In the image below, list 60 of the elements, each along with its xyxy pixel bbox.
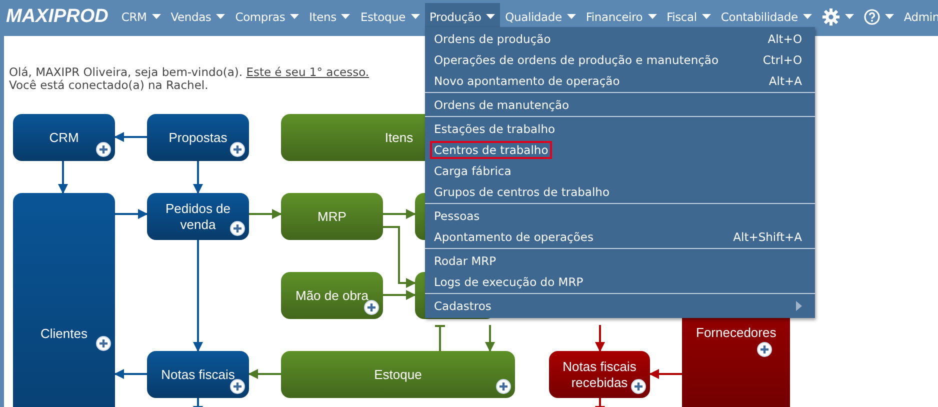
logo: MAXIPROD [6,6,108,28]
nav-menu-item[interactable]: Qualidade [500,3,581,30]
shortcut-label: Alt+A [768,74,802,88]
menu-item-label: Rodar MRP [433,252,498,270]
nav-menu-item[interactable]: Compras [230,3,304,30]
menu-item-label: Apontamento de operações [433,228,594,246]
node-label: Mão de obra [296,288,368,304]
nav-menu-item[interactable]: Contabilidade [716,3,817,30]
node-label: CRM [49,130,79,146]
shortcut-label: Alt+O [768,32,802,46]
menu-item[interactable]: Logs de execução do MRP [427,271,813,292]
diagram-node[interactable]: Estoque [281,351,515,398]
node-label: Propostas [168,130,228,146]
menu-item-label: Grupos de centros de trabalho [433,184,610,200]
nav-menu-item[interactable]: Financeiro [580,3,662,30]
menu-item-label: Operações de ordens de produção e manutenção [433,52,720,68]
menu-item[interactable]: Pessoas [427,205,813,226]
menu-item[interactable]: Novo apontamento de operação Alt+A [427,70,813,91]
menu-item-label: Carga fábrica [433,162,512,180]
menu-item[interactable]: Ordens de produção Alt+O [427,28,813,49]
menu-item-label: Pessoas [433,208,481,224]
node-label: Notas fiscais recebidas [562,358,638,390]
menu-item-label: Ordens de manutenção [433,96,570,114]
node-label: Clientes [40,326,88,342]
menu-item[interactable]: Grupos de centros de trabalho [427,181,813,202]
menu-item[interactable]: Rodar MRP [427,250,813,271]
diagram-node[interactable]: Pedidos de venda [147,193,249,240]
diagram-node[interactable]: CRM [13,114,115,161]
menu-item[interactable]: Operações de ordens de produção e manutenção Ctrl+O [427,49,813,70]
nav-menu-item[interactable]: Estoque [355,3,425,30]
connection-message: Você está conectado(a) na Rachel. [9,79,208,92]
diagram-node[interactable]: Mão de obra [281,272,383,319]
node-label: Estoque [374,366,422,382]
shortcut-label: Alt+Shift+A [733,230,802,244]
diagram-node[interactable]: Clientes [13,193,115,407]
nav-menu-item[interactable]: Itens [304,3,356,30]
menu-item[interactable]: Apontamento de operações Alt+Shift+A [427,226,813,247]
shortcut-label: Ctrl+O [762,52,802,66]
diagram-node[interactable]: Notas fiscais [147,351,249,398]
nav-menu-item[interactable]: CRM [116,3,166,30]
node-label: MRP [318,208,346,224]
node-label: Notas fiscais [161,366,235,382]
welcome-message: Olá, MAXIPR Oliveira, seja bem-vindo(a). Este é seu 1° acesso. [9,66,370,79]
node-label: Fornecedores [696,325,776,341]
nav-menu-item[interactable]: Fiscal [662,3,716,30]
node-label: Pedidos de venda [164,200,232,232]
nav-menu-item[interactable]: Vendas [166,3,230,30]
menu-item[interactable]: Cadastros [427,295,813,316]
menu-item[interactable]: Ordens de manutenção [427,94,813,115]
menu-item-label: Ordens de produção [433,30,552,48]
diagram-node[interactable]: Notas fiscais recebidas [549,351,650,398]
diagram-node[interactable]: Propostas [147,114,249,161]
menu-item-label: Centros de trabalho [430,140,552,158]
menu-item-label: Logs de execução do MRP [433,274,584,290]
first-access-link[interactable]: Este é seu 1° acesso. [246,65,370,79]
node-label: Itens [384,130,414,146]
menu-item-label: Novo apontamento de operação [433,72,621,90]
menu-item-label: Cadastros [433,298,492,314]
menu-item[interactable]: Carga fábrica [427,160,813,181]
diagram-node[interactable]: MRP [281,193,383,240]
